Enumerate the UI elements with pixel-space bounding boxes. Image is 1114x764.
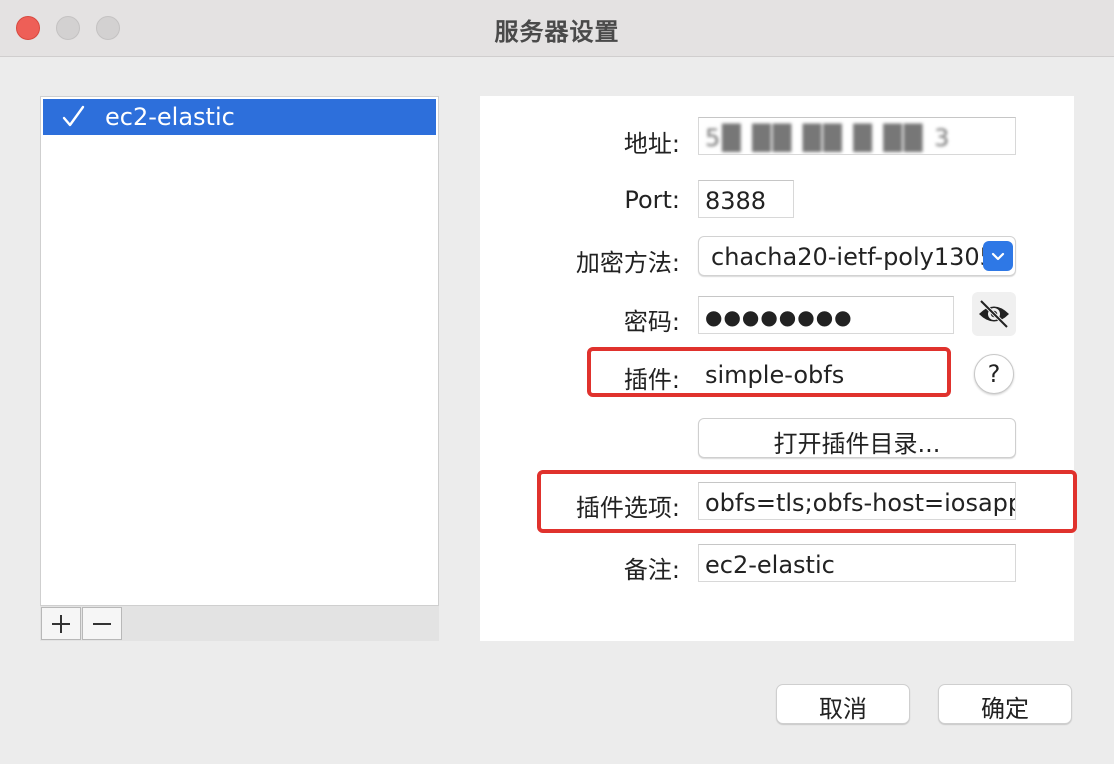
server-name: ec2-elastic <box>105 103 235 131</box>
address-value: 5█ ██ ██ █ ██ 3 <box>705 124 952 152</box>
plugin-highlight-box <box>587 347 951 397</box>
minus-icon <box>93 622 111 625</box>
port-field[interactable]: 8388 <box>698 180 794 218</box>
plus-icon <box>52 614 70 633</box>
encryption-label: 加密方法: <box>575 249 680 277</box>
server-settings-window: 服务器设置 ec2-elastic 地址: 5█ ██ ██ █ ██ 3 Po… <box>0 0 1114 764</box>
server-list[interactable]: ec2-elastic <box>40 96 439 606</box>
cancel-button[interactable]: 取消 <box>776 684 910 724</box>
server-list-item[interactable]: ec2-elastic <box>43 99 436 135</box>
remark-label: 备注: <box>623 556 680 584</box>
address-label: 地址: <box>623 130 680 158</box>
toggle-password-visibility-button[interactable] <box>972 292 1016 336</box>
plugin-options-highlight-box <box>537 470 1077 533</box>
address-field[interactable]: 5█ ██ ██ █ ██ 3 <box>698 117 1016 155</box>
port-label: Port: <box>624 186 680 214</box>
add-server-button[interactable] <box>41 607 81 640</box>
open-plugin-directory-button[interactable]: 打开插件目录... <box>698 418 1016 458</box>
plugin-help-button[interactable]: ? <box>974 354 1014 394</box>
window-title: 服务器设置 <box>494 18 620 46</box>
encryption-select[interactable]: chacha20-ietf-poly1305 <box>698 236 1016 276</box>
eye-slash-icon <box>979 299 1009 329</box>
password-field[interactable]: ●●●●●●●● <box>698 296 954 334</box>
ok-button[interactable]: 确定 <box>938 684 1072 724</box>
checkmark-icon <box>62 105 85 127</box>
remark-field[interactable]: ec2-elastic <box>698 544 1016 582</box>
encryption-value: chacha20-ietf-poly1305 <box>711 243 995 271</box>
title-bar: 服务器设置 <box>0 0 1114 57</box>
remove-server-button[interactable] <box>82 607 122 640</box>
chevron-updown-icon <box>983 241 1013 271</box>
password-label: 密码: <box>623 308 680 336</box>
